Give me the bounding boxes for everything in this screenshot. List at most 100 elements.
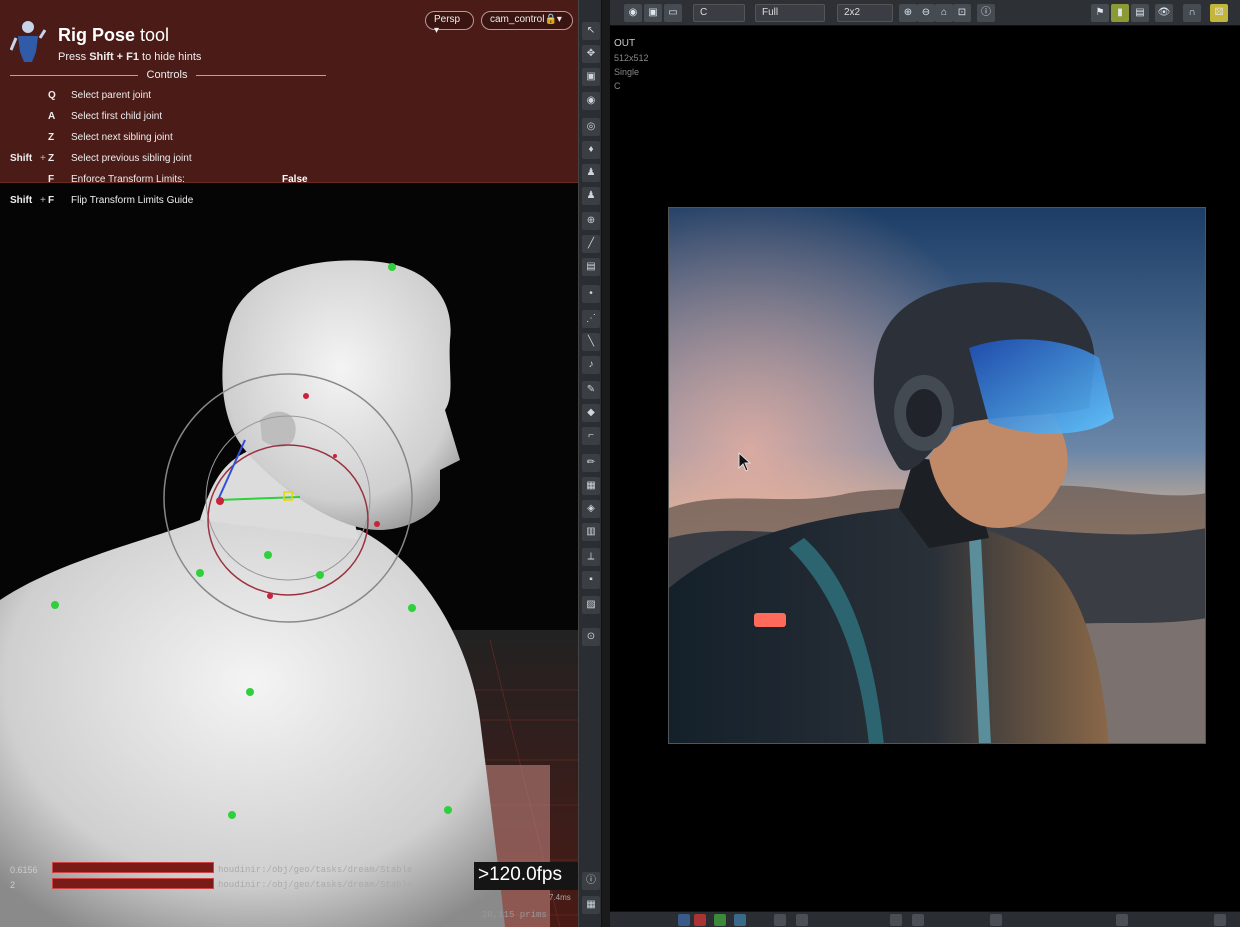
joint-ear[interactable] <box>303 393 309 399</box>
render-icon[interactable] <box>714 914 726 926</box>
joint-clavicle-right[interactable] <box>316 571 324 579</box>
channel-select[interactable]: C <box>693 4 745 22</box>
pin-icon[interactable]: ▮ <box>1111 4 1129 22</box>
hotkey-modifier: Shift <box>10 153 33 164</box>
hotkey-row: F Enforce Transform Limits: False <box>0 174 578 190</box>
light-tool-icon[interactable]: ♦ <box>582 141 600 159</box>
joint-shoulder-left[interactable] <box>51 601 59 609</box>
stop-icon[interactable] <box>694 914 706 926</box>
joint-jaw-selected[interactable] <box>216 497 224 505</box>
select-tool-icon[interactable]: ↖ <box>582 22 600 40</box>
resolution-mode-select[interactable]: Full <box>755 4 825 22</box>
exposure-icon[interactable] <box>912 914 924 926</box>
pose-tool-icon[interactable]: ♟ <box>582 164 600 182</box>
joint-cheek[interactable] <box>333 454 337 458</box>
tool-hint-panel: Rig Pose tool Press Shift + F1 to hide h… <box>0 0 578 185</box>
region-icon[interactable] <box>734 914 746 926</box>
monitor-icon[interactable]: ▭ <box>664 4 682 22</box>
paint-tool-icon[interactable]: ✏ <box>582 454 600 472</box>
layout-grid-icon[interactable]: ▦ <box>582 896 600 914</box>
joint-clavicle-left[interactable] <box>196 569 204 577</box>
joint-neck[interactable] <box>264 551 272 559</box>
capture-tool-icon[interactable]: ♟ <box>582 187 600 205</box>
move-tool-icon[interactable]: ✥ <box>582 45 600 63</box>
hotkey-key: F <box>48 195 55 206</box>
zoom-in-icon[interactable]: ⊕ <box>899 4 917 22</box>
frame-tool-icon[interactable]: ⌐ <box>582 427 600 445</box>
camera-view-menu[interactable]: Persp ▾ <box>425 11 474 36</box>
edge-tool-icon[interactable]: ⋰ <box>582 310 600 328</box>
settings-icon[interactable] <box>774 914 786 926</box>
stack-tool-icon[interactable]: ▥ <box>582 523 600 541</box>
joint-elbow-right[interactable] <box>444 806 452 814</box>
gamma-icon[interactable] <box>990 914 1002 926</box>
hotkey-row: Shift + F Flip Transform Limits Guide <box>0 195 578 211</box>
joint-hip[interactable] <box>228 811 236 819</box>
hotkey-row: Q Select parent joint <box>0 90 578 106</box>
hotkey-description: Select first child joint <box>71 111 163 122</box>
weights-tool-icon[interactable]: ▤ <box>582 258 600 276</box>
layout-select[interactable]: 2x2 <box>837 4 893 22</box>
output-resolution: 512x512 <box>614 53 649 63</box>
compare-icon[interactable]: ▣ <box>644 4 662 22</box>
flag-icon[interactable]: ⚑ <box>1091 4 1109 22</box>
render-tool-icon[interactable]: ▨ <box>582 596 600 614</box>
snapshot-icon[interactable]: ▤ <box>1131 4 1149 22</box>
joint-shoulder-right[interactable] <box>408 604 416 612</box>
joint-head-top[interactable] <box>388 263 396 271</box>
note-tool-icon[interactable]: ♪ <box>582 356 600 374</box>
lock-icon[interactable]: ▣ <box>582 68 600 86</box>
dice-icon[interactable]: ⚄ <box>1210 4 1228 22</box>
play-icon[interactable] <box>678 914 690 926</box>
info-tool-icon[interactable]: ⊙ <box>582 628 600 646</box>
app-window: Rig Pose tool Press Shift + F1 to hide h… <box>0 0 1240 927</box>
joint-spine[interactable] <box>246 688 254 696</box>
camera-select-menu[interactable]: cam_control🔒▾ <box>481 11 573 30</box>
joint-chin[interactable] <box>374 521 380 527</box>
constraint-tool-icon[interactable]: ⟂ <box>582 548 600 566</box>
view-tool-icon[interactable]: ◉ <box>582 92 600 110</box>
hotkey-key: F <box>48 174 55 185</box>
display-tool-icon[interactable]: ◈ <box>582 500 600 518</box>
output-channel: C <box>614 81 621 91</box>
transform-limits-value: False <box>282 174 308 185</box>
fit-icon[interactable]: ⊡ <box>953 4 971 22</box>
perf-node-path: houdinir:/obj/geo/tasks/dream/Stable <box>218 880 413 890</box>
home-icon[interactable]: ⌂ <box>935 4 953 22</box>
camera-icon[interactable]: ◉ <box>624 4 642 22</box>
sculpt-tool-icon[interactable]: ◆ <box>582 404 600 422</box>
info-icon[interactable]: ⓘ <box>977 4 995 22</box>
brush-tool-icon[interactable]: ✎ <box>582 381 600 399</box>
plus-sign: + <box>40 195 46 206</box>
pane-divider[interactable] <box>602 0 610 927</box>
grid-tool-icon[interactable]: ▦ <box>582 477 600 495</box>
scene-viewport[interactable]: Rig Pose tool Press Shift + F1 to hide h… <box>0 0 578 927</box>
headphones-icon[interactable]: ∩ <box>1183 4 1201 22</box>
tool-shelf: ↖ ✥ ▣ ◉ ◎ ♦ ♟ ♟ ⊕ ╱ ▤ • ⋰ ╲ ♪ ✎ ◆ ⌐ ✏ ▦ … <box>578 0 602 927</box>
point-tool-icon[interactable]: • <box>582 285 600 303</box>
handle-tool-icon[interactable]: ◎ <box>582 118 600 136</box>
divider <box>10 75 138 76</box>
hotkey-modifier: Shift <box>10 195 33 206</box>
expand-icon[interactable] <box>1214 914 1226 926</box>
mouse-cursor-icon <box>738 452 752 472</box>
knife-tool-icon[interactable]: ╲ <box>582 333 600 351</box>
bone-tool-icon[interactable]: ╱ <box>582 235 600 253</box>
render-status-bar <box>610 911 1240 927</box>
render-toolbar: ◉ ▣ ▭ C Full 2x2 ⊕ ⊖ ⌂ ⊡ ⓘ ⚑ ▮ ▤ 👁 ∩ ⚄ <box>610 0 1240 26</box>
joint-throat[interactable] <box>267 593 273 599</box>
gear-icon[interactable] <box>796 914 808 926</box>
zoom-out-icon[interactable]: ⊖ <box>917 4 935 22</box>
perf-bar <box>52 878 214 889</box>
eye-icon[interactable]: 👁 <box>1155 4 1173 22</box>
output-name: OUT <box>614 38 636 49</box>
hotkey-key: Z <box>48 132 55 143</box>
rigged-character-model[interactable] <box>0 183 578 927</box>
record-tool-icon[interactable]: ▪ <box>582 571 600 589</box>
info-icon[interactable]: ⓘ <box>582 872 600 890</box>
step-icon[interactable] <box>890 914 902 926</box>
hotkey-key: Z <box>48 153 55 164</box>
rendered-image[interactable] <box>668 207 1206 744</box>
scale-icon[interactable] <box>1116 914 1128 926</box>
snap-tool-icon[interactable]: ⊕ <box>582 212 600 230</box>
